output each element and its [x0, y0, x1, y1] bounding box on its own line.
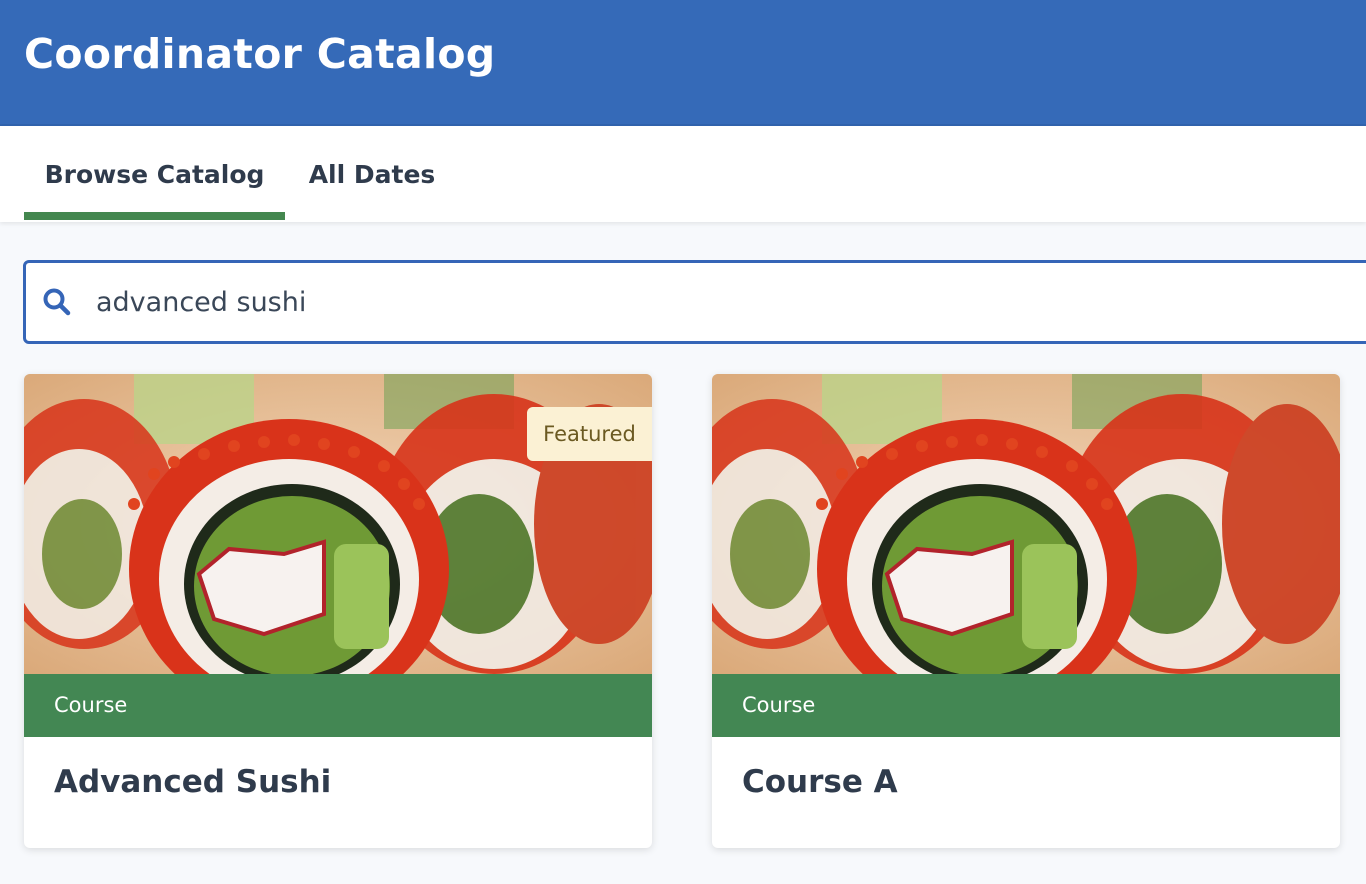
search-input[interactable]	[96, 277, 1296, 327]
tab-browse-catalog[interactable]: Browse Catalog	[24, 126, 285, 222]
card-image: Featured	[24, 374, 652, 674]
card-title[interactable]: Course A	[742, 764, 898, 800]
catalog-card[interactable]: Featured Course Advanced Sushi	[24, 374, 652, 848]
tab-bar: Browse Catalog All Dates	[0, 126, 1366, 222]
search-icon	[43, 288, 71, 316]
card-title[interactable]: Advanced Sushi	[54, 764, 331, 800]
app-title: Coordinator Catalog	[24, 30, 496, 78]
card-type-label: Course	[712, 674, 1340, 737]
app-header: Coordinator Catalog	[0, 0, 1366, 126]
tab-all-dates[interactable]: All Dates	[292, 126, 452, 222]
featured-badge: Featured	[527, 407, 652, 461]
search-box[interactable]	[23, 260, 1366, 344]
active-tab-indicator	[24, 212, 285, 220]
card-image	[712, 374, 1340, 674]
card-type-label: Course	[24, 674, 652, 737]
catalog-card[interactable]: Course Course A	[712, 374, 1340, 848]
